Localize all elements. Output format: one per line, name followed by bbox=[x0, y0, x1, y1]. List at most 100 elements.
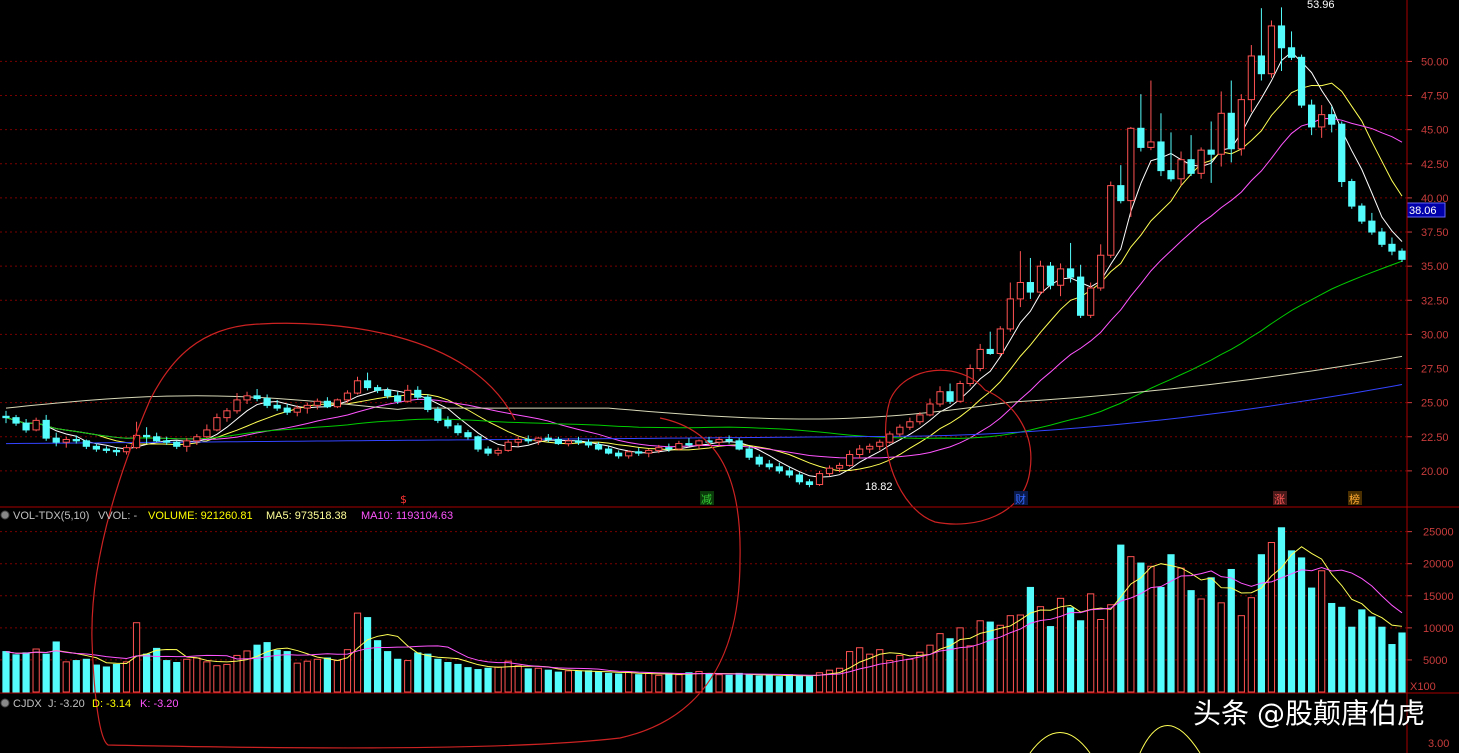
volume-bar bbox=[283, 651, 291, 693]
kdj-curve bbox=[1029, 732, 1091, 753]
volume-bar bbox=[373, 640, 382, 693]
candle-body bbox=[263, 398, 271, 406]
volume-bar bbox=[62, 661, 70, 693]
volume-bar bbox=[1358, 609, 1366, 693]
candle-body bbox=[906, 421, 914, 428]
candle bbox=[584, 439, 593, 448]
candle bbox=[1307, 99, 1316, 136]
candle bbox=[434, 406, 442, 424]
volume-bar bbox=[1338, 606, 1346, 693]
candle-body bbox=[1307, 104, 1316, 128]
candle bbox=[183, 438, 191, 452]
kdj-curve bbox=[1139, 725, 1201, 753]
candle-body bbox=[534, 437, 542, 442]
candle bbox=[876, 439, 884, 451]
candle bbox=[1217, 91, 1225, 167]
candle bbox=[735, 438, 743, 451]
price-tick-label: 22.50 bbox=[1421, 432, 1449, 444]
volume-bar bbox=[353, 612, 362, 693]
candle-body bbox=[655, 447, 663, 451]
volume-bar bbox=[32, 648, 40, 693]
candle-body bbox=[1056, 268, 1065, 286]
volume-bar bbox=[665, 673, 673, 693]
volume-bar bbox=[866, 653, 874, 693]
candle-body bbox=[394, 395, 402, 402]
volume-bar bbox=[645, 672, 653, 693]
price-axis: 20.00 22.50 25.00 27.50 30.00 32.50 35.00 37.50… bbox=[1407, 56, 1449, 478]
candle-body bbox=[856, 448, 864, 455]
kdj-panel-menu-icon[interactable] bbox=[0, 698, 10, 708]
candle-body bbox=[615, 452, 623, 457]
candle-body bbox=[474, 436, 482, 450]
event-marker-reduce[interactable]: 减 bbox=[701, 493, 712, 506]
candle-body bbox=[233, 399, 241, 412]
candle-body bbox=[1167, 170, 1175, 180]
volume-value: VOLUME: 921260.81 bbox=[148, 510, 253, 522]
candle bbox=[414, 386, 422, 400]
candle bbox=[42, 414, 50, 441]
event-marker-rise[interactable]: 涨 bbox=[1274, 493, 1285, 506]
candle bbox=[243, 391, 251, 404]
candle-body bbox=[1398, 250, 1406, 260]
candle-body bbox=[1006, 298, 1014, 330]
event-marker-dollar[interactable]: $ bbox=[400, 493, 407, 506]
volume-bar bbox=[183, 658, 191, 693]
candle-body bbox=[1237, 99, 1245, 150]
volume-bar bbox=[313, 658, 321, 693]
volume-bar bbox=[1117, 544, 1125, 693]
candle bbox=[1187, 135, 1195, 177]
watermark-handle: @股颠唐伯虎 bbox=[1256, 697, 1425, 730]
volume-bar bbox=[1247, 597, 1255, 693]
candle-body bbox=[1217, 112, 1225, 155]
candle bbox=[112, 447, 121, 456]
volume-bar bbox=[966, 645, 974, 693]
price-tick-label: 25.00 bbox=[1421, 398, 1449, 410]
candle-body bbox=[173, 441, 181, 447]
volume-bar bbox=[1287, 550, 1296, 693]
candle bbox=[1147, 80, 1155, 151]
candle bbox=[1056, 263, 1065, 297]
candle-body bbox=[353, 380, 362, 394]
candle bbox=[1066, 242, 1075, 283]
candle bbox=[1267, 20, 1276, 78]
price-tick-label: 30.00 bbox=[1421, 329, 1449, 341]
candle-body bbox=[564, 440, 573, 445]
candle bbox=[1297, 54, 1306, 108]
candle bbox=[424, 394, 432, 413]
price-tick-label: 37.50 bbox=[1421, 227, 1449, 239]
price-tick-label: 32.50 bbox=[1421, 295, 1449, 307]
volume-panel-menu-icon[interactable] bbox=[0, 510, 10, 520]
volume-tick-label: 5000 bbox=[1423, 655, 1447, 667]
volume-bar bbox=[1036, 606, 1045, 693]
candle-body bbox=[1227, 112, 1235, 150]
candle-body bbox=[785, 470, 793, 476]
candle bbox=[1127, 126, 1135, 218]
candle bbox=[1137, 94, 1145, 152]
volume-bar bbox=[765, 674, 773, 693]
candle bbox=[956, 380, 964, 403]
event-marker-finance[interactable]: 财 bbox=[1015, 492, 1026, 506]
volume-bar bbox=[775, 676, 783, 693]
kdj-axis-label: 3.00 bbox=[1428, 738, 1449, 750]
candle-body bbox=[725, 438, 733, 442]
volume-bar bbox=[906, 658, 914, 693]
candle-body bbox=[333, 399, 342, 408]
candle bbox=[1227, 80, 1235, 163]
event-marker-list[interactable]: 榜 bbox=[1349, 492, 1360, 506]
candle-body bbox=[996, 328, 1004, 355]
price-tick-label: 35.00 bbox=[1421, 261, 1449, 273]
volume-bar bbox=[323, 657, 331, 693]
candle-body bbox=[323, 400, 331, 408]
candle-body bbox=[775, 466, 783, 472]
volume-tick-label: 15000 bbox=[1423, 591, 1454, 603]
price-tick-label: 27.50 bbox=[1421, 364, 1449, 376]
ma10-line bbox=[5, 82, 1403, 472]
candle-body bbox=[303, 404, 311, 409]
candle-body bbox=[273, 404, 281, 409]
candle-body bbox=[1197, 149, 1205, 174]
price-tick-label: 50.00 bbox=[1421, 56, 1449, 68]
candle bbox=[866, 443, 874, 454]
volume-bar bbox=[986, 621, 994, 693]
candle-body bbox=[313, 400, 321, 406]
candle-body bbox=[92, 445, 101, 450]
